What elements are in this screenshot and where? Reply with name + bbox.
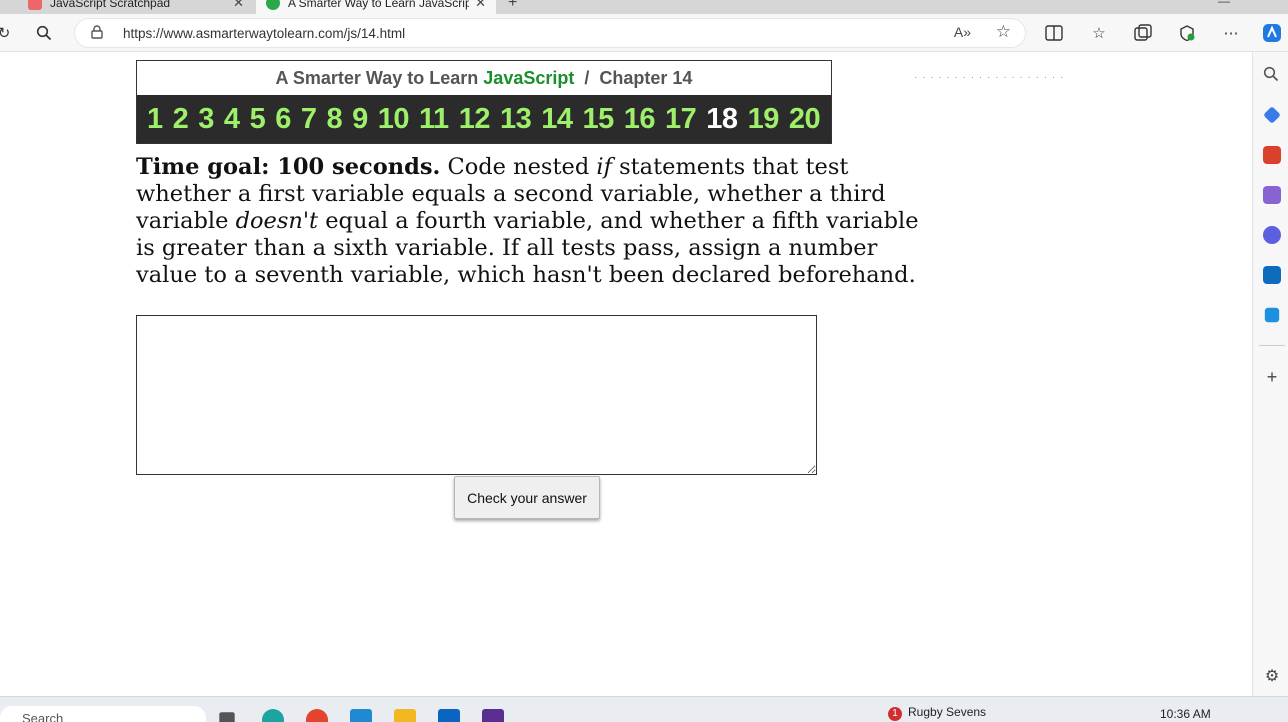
- address-bar[interactable]: https://www.asmarterwaytolearn.com/js/14…: [74, 18, 1026, 48]
- ad-placeholder-dots: · · · · · · · · · · · · · · · · · · ·: [914, 72, 1065, 83]
- chapter-link-5[interactable]: 5: [250, 104, 266, 134]
- outlook-app-icon[interactable]: [438, 709, 460, 722]
- send-icon[interactable]: [1264, 307, 1280, 323]
- search-icon[interactable]: [1263, 66, 1281, 84]
- task-view-icon[interactable]: [219, 712, 235, 722]
- browser-essentials-icon[interactable]: [1177, 23, 1197, 43]
- chapter-link-6[interactable]: 6: [275, 104, 291, 134]
- shopping-tag-icon[interactable]: [1263, 106, 1281, 124]
- copilot-icon[interactable]: [1262, 23, 1282, 43]
- exercise-text: Code nested: [440, 154, 597, 180]
- notification-badge: 1: [888, 707, 902, 721]
- page-title: A Smarter Way to Learn JavaScript / Chap…: [137, 61, 831, 96]
- chapter-nav: 1 2 3 4 5 6 7 8 9 10 11 12 13 14 15 16 17 18 19 20: [137, 95, 831, 143]
- chapter-link-18[interactable]: 18: [706, 104, 738, 134]
- chapter-link-7[interactable]: 7: [301, 104, 317, 134]
- split-screen-icon[interactable]: [1044, 23, 1064, 43]
- title-separator: /: [584, 68, 590, 88]
- chapter-link-8[interactable]: 8: [326, 104, 342, 134]
- windows-taskbar: Search 1 Rugby Sevens 10:36 AM: [0, 696, 1288, 722]
- site-favicon-icon: [266, 0, 280, 10]
- microsoft-365-icon[interactable]: [1263, 226, 1281, 244]
- chapter-link-9[interactable]: 9: [352, 104, 368, 134]
- chrome-icon[interactable]: [306, 709, 328, 722]
- chapter-link-20[interactable]: 20: [789, 104, 821, 134]
- title-chapter: Chapter 14: [599, 68, 693, 88]
- minimize-icon[interactable]: —: [1218, 0, 1230, 8]
- exercise-emphasis: doesn't: [235, 208, 319, 234]
- chapter-link-19[interactable]: 19: [748, 104, 780, 134]
- chapter-link-4[interactable]: 4: [224, 104, 240, 134]
- page-content: A Smarter Way to Learn JavaScript / Chap…: [0, 52, 1251, 696]
- tools-briefcase-icon[interactable]: [1263, 146, 1281, 164]
- search-icon[interactable]: [34, 23, 54, 43]
- games-icon[interactable]: [1263, 186, 1281, 204]
- favorite-star-icon[interactable]: ☆: [996, 22, 1011, 42]
- chapter-link-16[interactable]: 16: [624, 104, 656, 134]
- chapter-link-1[interactable]: 1: [147, 104, 163, 134]
- dev-app-icon[interactable]: [482, 709, 504, 722]
- chapter-link-2[interactable]: 2: [173, 104, 189, 134]
- chapter-link-13[interactable]: 13: [500, 104, 532, 134]
- page-icon: [28, 0, 42, 10]
- answer-textarea[interactable]: [136, 315, 817, 475]
- chapter-header: A Smarter Way to Learn JavaScript / Chap…: [136, 60, 832, 144]
- exercise-instructions: Time goal: 100 seconds. Code nested if s…: [136, 154, 926, 289]
- lock-icon[interactable]: [91, 25, 103, 42]
- edge-browser-icon[interactable]: [262, 709, 284, 722]
- sidebar-divider: [1259, 345, 1285, 346]
- news-headline: Rugby Sevens: [908, 705, 987, 719]
- collections-icon[interactable]: [1133, 23, 1153, 43]
- browser-toolbar: ↻ https://www.asmarterwaytolearn.com/js/…: [0, 14, 1288, 52]
- url-text[interactable]: https://www.asmarterwaytolearn.com/js/14…: [123, 26, 405, 41]
- tab-title: JavaScript Scratchpad: [50, 0, 171, 10]
- tab-strip: JavaScript Scratchpad ✕ A Smarter Way to…: [0, 0, 1288, 14]
- settings-gear-icon[interactable]: ⚙: [1263, 668, 1281, 686]
- edge-sidebar: + ⚙: [1252, 52, 1288, 696]
- add-icon[interactable]: +: [1263, 368, 1281, 386]
- vscode-icon[interactable]: [350, 709, 372, 722]
- read-aloud-icon[interactable]: A»: [954, 24, 971, 40]
- tab-scratchpad[interactable]: JavaScript Scratchpad ✕: [18, 0, 254, 14]
- chapter-link-12[interactable]: 12: [459, 104, 491, 134]
- more-options-icon[interactable]: ⋯: [1221, 23, 1241, 43]
- refresh-icon[interactable]: ↻: [0, 23, 14, 43]
- favorites-icon[interactable]: ☆: [1089, 23, 1109, 43]
- system-clock[interactable]: 10:36 AM: [1160, 707, 1211, 721]
- chapter-link-14[interactable]: 14: [541, 104, 573, 134]
- title-brand: JavaScript: [483, 68, 575, 88]
- close-icon[interactable]: ✕: [233, 0, 244, 11]
- new-tab-icon[interactable]: +: [508, 0, 517, 12]
- close-icon[interactable]: ✕: [475, 0, 486, 11]
- chapter-link-3[interactable]: 3: [198, 104, 214, 134]
- chapter-link-15[interactable]: 15: [583, 104, 615, 134]
- exercise-emphasis: if: [596, 154, 612, 180]
- chapter-link-17[interactable]: 17: [665, 104, 697, 134]
- tab-smarter-way[interactable]: A Smarter Way to Learn JavaScript ✕: [256, 0, 496, 14]
- news-widget[interactable]: 1 Rugby Sevens: [888, 705, 986, 721]
- tab-title: A Smarter Way to Learn JavaScript: [288, 0, 470, 10]
- check-answer-button[interactable]: Check your answer: [454, 476, 600, 519]
- file-explorer-icon[interactable]: [394, 709, 416, 722]
- chapter-link-11[interactable]: 11: [419, 104, 449, 134]
- title-prefix: A Smarter Way to Learn: [275, 68, 479, 88]
- taskbar-search-input[interactable]: Search: [0, 706, 206, 722]
- outlook-icon[interactable]: [1263, 266, 1281, 284]
- time-goal: Time goal: 100 seconds.: [136, 154, 441, 180]
- chapter-link-10[interactable]: 10: [378, 104, 410, 134]
